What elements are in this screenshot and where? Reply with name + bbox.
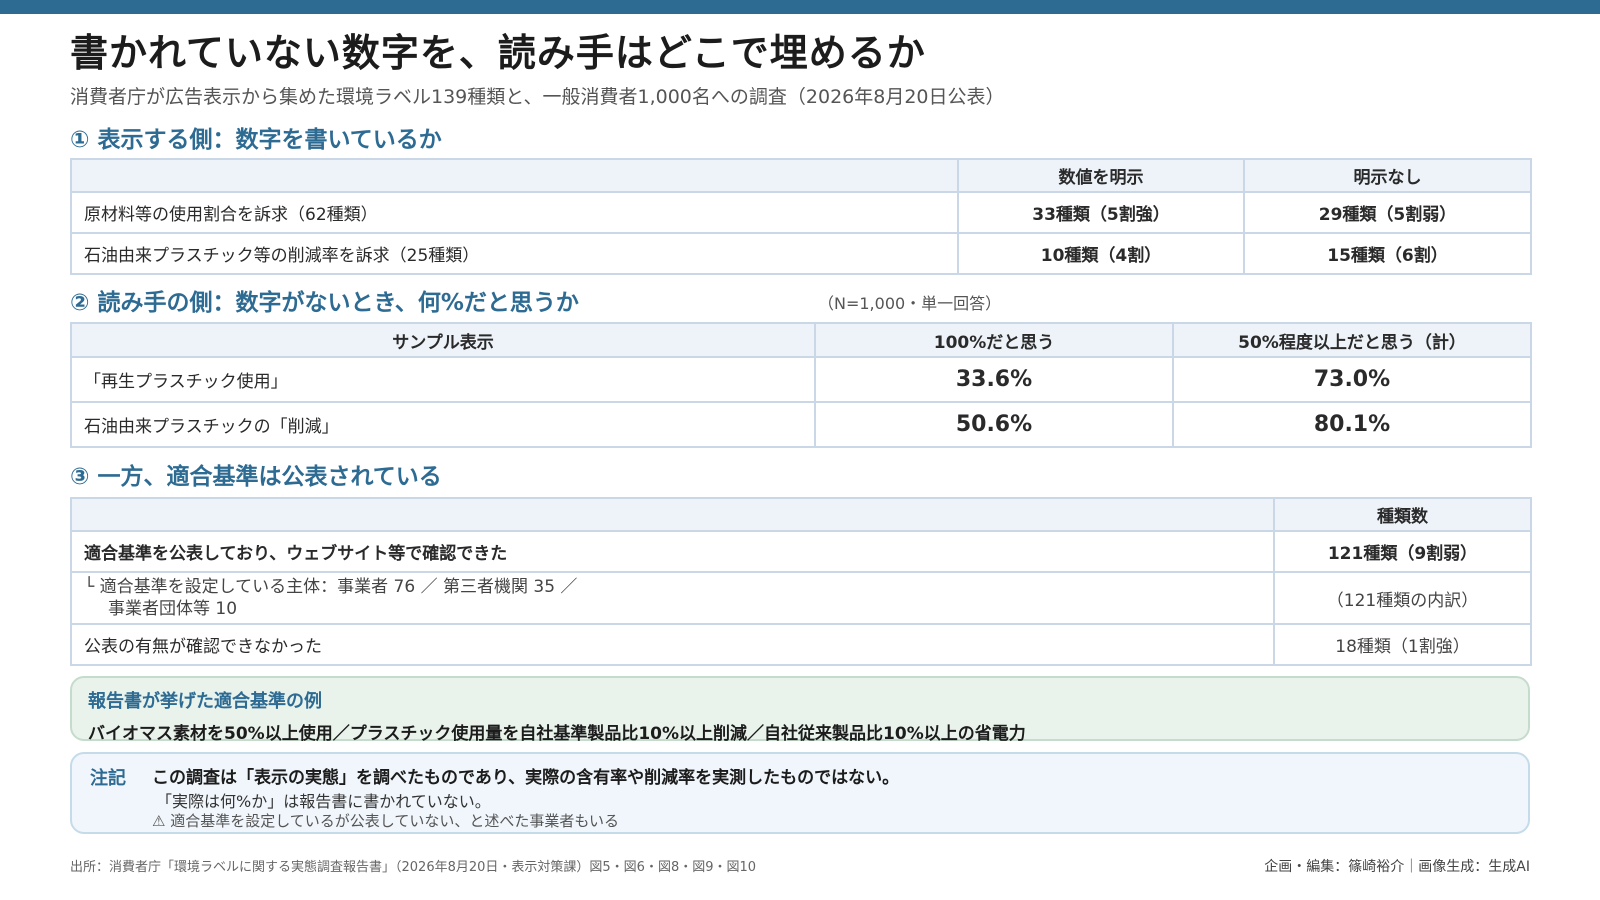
table-header-row: 数値を明示 明示なし	[70, 158, 1532, 193]
column-header: 明示なし	[1243, 158, 1532, 193]
pct50-cell: 73.0%	[1172, 356, 1532, 403]
column-header: 数値を明示	[957, 158, 1245, 193]
none-cell: 15種類（6割）	[1243, 232, 1532, 275]
note-callout: 注記 この調査は「表示の実態」を調べたものであり、実際の含有率や削減率を実測した…	[70, 752, 1530, 834]
breakdown-line: └ 適合基準を設定している主体：事業者 76 ／ 第三者機関 35 ／	[84, 577, 578, 597]
pct100-cell: 50.6%	[814, 401, 1174, 448]
count-cell: （121種類の内訳）	[1273, 571, 1532, 625]
page-subtitle: 消費者庁が広告表示から集めた環境ラベル139種類と、一般消費者1,000名への調…	[70, 86, 1005, 108]
table-row: 公表の有無が確認できなかった 18種類（1割強）	[70, 623, 1532, 666]
explicit-cell: 10種類（4割）	[957, 232, 1245, 275]
row-label: 公表の有無が確認できなかった	[70, 623, 1275, 666]
table-header-row: 種類数	[70, 497, 1532, 532]
row-label: 石油由来プラスチックの「削減」	[70, 401, 816, 448]
footer-source: 出所：消費者庁「環境ラベルに関する実態調査報告書」（2026年8月20日・表示対…	[70, 860, 757, 875]
footer-credit: 企画・編集：篠崎裕介｜画像生成：生成AI	[1264, 859, 1530, 875]
section2-table: サンプル表示 100%だと思う 50%程度以上だと思う（計） 「再生プラスチック…	[70, 322, 1532, 448]
row-label: 「再生プラスチック使用」	[70, 356, 816, 403]
example-title: 報告書が挙げた適合基準の例	[88, 691, 322, 712]
row-label: 原材料等の使用割合を訴求（62種類）	[70, 191, 959, 234]
column-header	[70, 158, 959, 193]
table-row: 「再生プラスチック使用」 33.6% 73.0%	[70, 356, 1532, 403]
example-callout: 報告書が挙げた適合基準の例 バイオマス素材を50%以上使用／プラスチック使用量を…	[70, 676, 1530, 744]
count-cell: 18種類（1割強）	[1273, 623, 1532, 666]
section1-heading: ① 表示する側：数字を書いているか	[70, 127, 442, 153]
column-header: 種類数	[1273, 497, 1532, 532]
note-label: 注記	[90, 768, 126, 789]
pct50-cell: 80.1%	[1172, 401, 1532, 448]
none-cell: 29種類（5割弱）	[1243, 191, 1532, 234]
note-main-text: この調査は「表示の実態」を調べたものであり、実際の含有率や削減率を実測したもので…	[152, 768, 900, 788]
table-row: 原材料等の使用割合を訴求（62種類） 33種類（5割強） 29種類（5割弱）	[70, 191, 1532, 234]
column-header	[70, 497, 1275, 532]
example-text: バイオマス素材を50%以上使用／プラスチック使用量を自社基準製品比10%以上削減…	[88, 724, 1026, 744]
note-secondary-text: 「実際は何%か」は報告書に書かれていない。	[156, 792, 491, 811]
section3-table: 種類数 適合基準を公表しており、ウェブサイト等で確認できた 121種類（9割弱）…	[70, 497, 1532, 666]
table-header-row: サンプル表示 100%だと思う 50%程度以上だと思う（計）	[70, 322, 1532, 358]
pct100-cell: 33.6%	[814, 356, 1174, 403]
table-row: 石油由来プラスチックの「削減」 50.6% 80.1%	[70, 401, 1532, 448]
table-row: 石油由来プラスチック等の削減率を訴求（25種類） 10種類（4割） 15種類（6…	[70, 232, 1532, 275]
explicit-cell: 33種類（5割強）	[957, 191, 1245, 234]
top-accent-bar	[0, 0, 1600, 14]
table-row: 適合基準を公表しており、ウェブサイト等で確認できた 121種類（9割弱）	[70, 530, 1532, 573]
row-label: 石油由来プラスチック等の削減率を訴求（25種類）	[70, 232, 959, 275]
column-header: 50%程度以上だと思う（計）	[1172, 322, 1532, 358]
row-label: 適合基準を公表しており、ウェブサイト等で確認できた	[70, 530, 1275, 573]
column-header: サンプル表示	[70, 322, 816, 358]
note-warning-text: ⚠ 適合基準を設定しているが公表していない、と述べた事業者もいる	[152, 812, 620, 830]
breakdown-line: 事業者団体等 10	[108, 599, 238, 619]
section3-heading: ③ 一方、適合基準は公表されている	[70, 464, 442, 490]
page-title: 書かれていない数字を、読み手はどこで埋めるか	[70, 31, 926, 75]
column-header: 100%だと思う	[814, 322, 1174, 358]
section2-heading: ② 読み手の側：数字がないとき、何%だと思うか	[70, 290, 579, 316]
section1-table: 数値を明示 明示なし 原材料等の使用割合を訴求（62種類） 33種類（5割強） …	[70, 158, 1532, 275]
table-row: └ 適合基準を設定している主体：事業者 76 ／ 第三者機関 35 ／ 事業者団…	[70, 571, 1532, 625]
sample-size-note: （N=1,000・単一回答）	[818, 294, 1002, 313]
row-label-breakdown: └ 適合基準を設定している主体：事業者 76 ／ 第三者機関 35 ／ 事業者団…	[70, 571, 1275, 625]
count-cell: 121種類（9割弱）	[1273, 530, 1532, 573]
